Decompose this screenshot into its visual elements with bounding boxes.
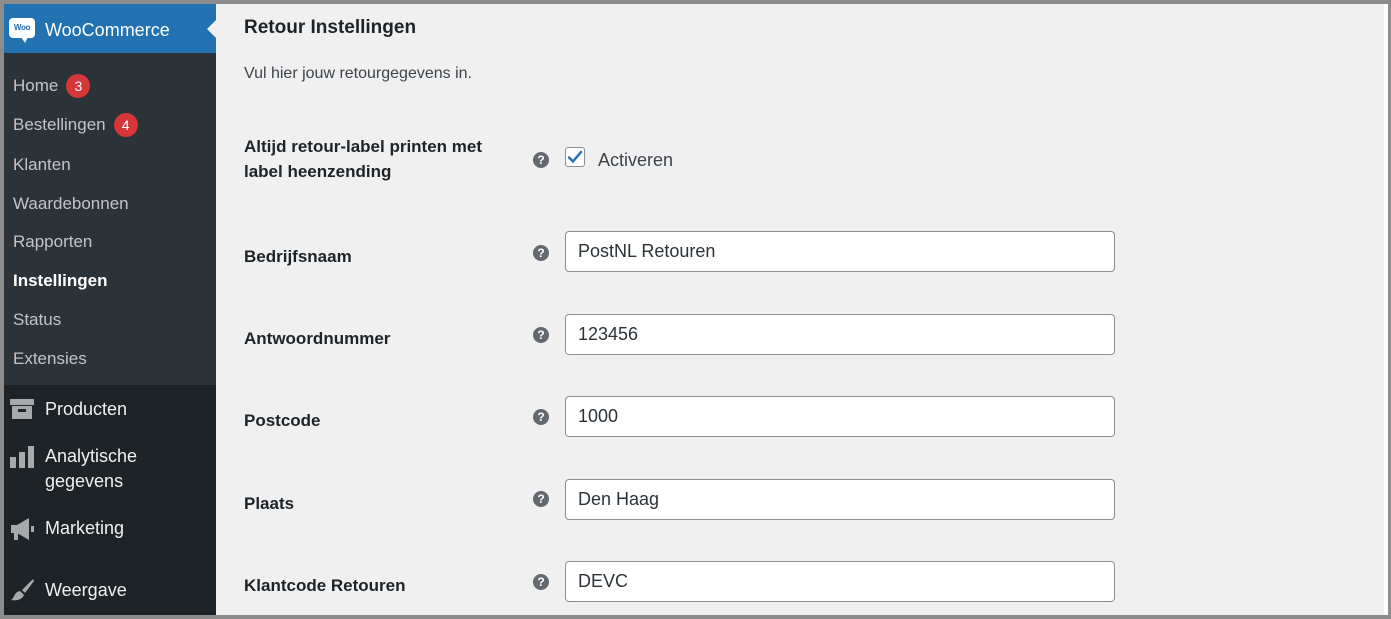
help-icon[interactable]: ? <box>533 491 549 507</box>
checkmark-icon <box>567 150 583 163</box>
woocommerce-submenu: Home 3 Bestellingen 4 Klanten Waardebonn… <box>4 53 216 385</box>
antwoordnummer-input[interactable] <box>565 314 1115 355</box>
menu-marketing-label: Marketing <box>45 518 125 538</box>
menu-analytische-label-line1: Analytische <box>45 446 138 466</box>
submenu-item-label: Rapporten <box>13 232 93 251</box>
plaats-input[interactable] <box>565 479 1115 520</box>
submenu-item-rapporten[interactable]: Rapporten <box>13 232 92 252</box>
help-icon[interactable]: ? <box>533 245 549 261</box>
admin-sidebar: Woo WooCommerce Home 3 Bestellingen 4 Kl… <box>4 4 216 615</box>
field-label-bedrijfsnaam: Bedrijfsnaam <box>244 247 352 266</box>
submenu-item-label: Klanten <box>13 155 71 174</box>
submenu-item-label: Home <box>13 76 59 95</box>
submenu-item-label: Instellingen <box>13 271 108 290</box>
megaphone-icon <box>9 516 35 540</box>
submenu-item-label: Extensies <box>13 349 87 368</box>
activeren-checkbox[interactable] <box>565 147 585 167</box>
menu-weergave-label: Weergave <box>45 580 127 600</box>
submenu-item-waardebonnen[interactable]: Waardebonnen <box>13 194 129 214</box>
section-title: Retour Instellingen <box>244 17 417 38</box>
help-icon[interactable]: ? <box>533 574 549 590</box>
postcode-input[interactable] <box>565 396 1115 437</box>
woocommerce-logo-icon: Woo <box>9 18 35 43</box>
settings-content: Retour Instellingen Vul hier jouw retour… <box>216 4 1388 615</box>
submenu-item-label: Status <box>13 310 62 329</box>
menu-producten[interactable]: Producten <box>4 397 216 427</box>
menu-weergave[interactable]: Weergave <box>4 578 216 608</box>
field-label-plaats: Plaats <box>244 494 295 513</box>
submenu-item-klanten[interactable]: Klanten <box>13 155 71 175</box>
help-icon[interactable]: ? <box>533 152 549 168</box>
activeren-checkbox-label[interactable]: Activeren <box>598 150 673 171</box>
label-line: label heenzending <box>244 162 392 181</box>
bedrijfsnaam-input[interactable] <box>565 231 1115 272</box>
field-label-postcode: Postcode <box>244 411 321 430</box>
app-frame: Woo WooCommerce Home 3 Bestellingen 4 Kl… <box>0 0 1391 619</box>
notification-badge: 4 <box>113 113 138 137</box>
field-label-klantcode-retouren: Klantcode Retouren <box>244 576 406 595</box>
help-icon[interactable]: ? <box>533 409 549 425</box>
menu-marketing[interactable]: Marketing <box>4 516 216 546</box>
label-line: Altijd retour-label printen met <box>244 137 483 156</box>
submenu-item-label: Bestellingen <box>13 115 106 134</box>
menu-producten-label: Producten <box>45 399 128 419</box>
menu-analytische-gegevens[interactable]: Analytische gegevens <box>4 444 216 499</box>
submenu-item-label: Waardebonnen <box>13 194 129 213</box>
menu-analytische-label-line2: gegevens <box>45 471 124 491</box>
help-icon[interactable]: ? <box>533 327 549 343</box>
submenu-item-status[interactable]: Status <box>13 310 61 330</box>
field-label-retour-label-printen: Altijd retour-label printen met label he… <box>244 134 524 184</box>
menu-woocommerce[interactable]: Woo WooCommerce <box>4 4 216 53</box>
field-label-antwoordnummer: Antwoordnummer <box>244 329 391 348</box>
submenu-item-home[interactable]: Home 3 <box>13 74 91 98</box>
section-description: Vul hier jouw retourgegevens in. <box>244 65 472 82</box>
submenu-item-extensies[interactable]: Extensies <box>13 349 87 369</box>
klantcode-retouren-input[interactable] <box>565 561 1115 602</box>
archive-icon <box>9 398 35 422</box>
paintbrush-icon <box>9 578 35 602</box>
submenu-item-bestellingen[interactable]: Bestellingen 4 <box>13 113 138 137</box>
submenu-item-instellingen[interactable]: Instellingen <box>13 271 107 291</box>
bar-chart-icon <box>9 445 35 469</box>
notification-badge: 3 <box>66 74 91 98</box>
menu-woocommerce-label: WooCommerce <box>45 20 170 40</box>
